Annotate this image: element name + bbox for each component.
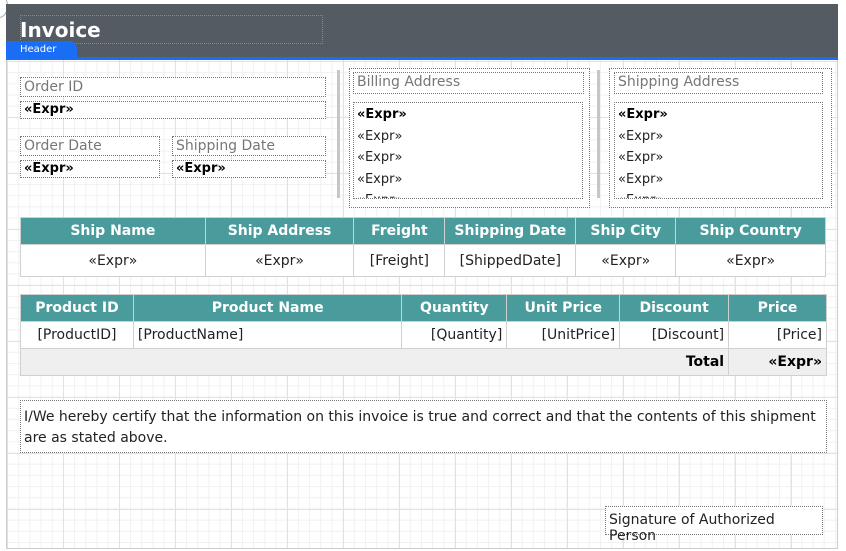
header-product-name[interactable]: Product Name [132, 294, 403, 322]
cell-freight[interactable]: [Freight] [353, 244, 446, 277]
cell-ship-name[interactable]: «Expr» [20, 244, 206, 277]
cell-price[interactable]: [Price] [728, 321, 827, 349]
shipping-date-label[interactable]: Shipping Date [172, 136, 326, 156]
header-ship-country[interactable]: Ship Country [675, 217, 826, 245]
table-header-row: Product ID Product Name Quantity Unit Pr… [20, 294, 827, 322]
billing-line: «Expr» [357, 190, 579, 198]
header-band-tab[interactable]: Header [6, 41, 77, 59]
total-label[interactable]: Total [19, 348, 730, 376]
table-row: [ProductID] [ProductName] [Quantity] [Un… [20, 321, 827, 349]
order-id-label[interactable]: Order ID [20, 77, 326, 97]
billing-address-lines[interactable]: «Expr» «Expr» «Expr» «Expr» «Expr» [353, 102, 583, 199]
shipping-line: «Expr» [618, 150, 664, 165]
billing-line: «Expr» [357, 107, 407, 122]
shipping-date-value[interactable]: «Expr» [172, 160, 326, 178]
header-quantity[interactable]: Quantity [401, 294, 508, 322]
divider-line[interactable] [597, 70, 600, 198]
shipping-line: «Expr» [618, 171, 664, 187]
cell-ship-city[interactable]: «Expr» [575, 244, 677, 277]
report-title: Invoice [20, 18, 101, 42]
table-row: «Expr» «Expr» [Freight] [ShippedDate] «E… [20, 244, 826, 277]
billing-line: «Expr» [357, 128, 403, 144]
shipping-line: «Expr» [618, 107, 668, 122]
cell-unit-price[interactable]: [UnitPrice] [506, 321, 621, 349]
product-table[interactable]: Product ID Product Name Quantity Unit Pr… [19, 294, 827, 376]
header-ship-city[interactable]: Ship City [575, 217, 677, 245]
order-id-value[interactable]: «Expr» [20, 101, 326, 119]
header-unit-price[interactable]: Unit Price [506, 294, 621, 322]
header-price[interactable]: Price [728, 294, 827, 322]
shipping-address-label[interactable]: Shipping Address [614, 72, 823, 94]
table-header-row: Ship Name Ship Address Freight Shipping … [20, 217, 826, 245]
order-date-label[interactable]: Order Date [20, 136, 160, 156]
total-row: Total «Expr» [19, 348, 827, 376]
header-ship-address[interactable]: Ship Address [204, 217, 355, 245]
shipping-line: «Expr» [618, 190, 819, 198]
billing-line: «Expr» [357, 150, 403, 165]
shipping-address-lines[interactable]: «Expr» «Expr» «Expr» «Expr» «Expr» [614, 102, 823, 199]
cell-product-id[interactable]: [ProductID] [20, 321, 134, 349]
cell-quantity[interactable]: [Quantity] [401, 321, 508, 349]
billing-address-label[interactable]: Billing Address [353, 72, 584, 94]
total-value[interactable]: «Expr» [728, 348, 827, 376]
cell-ship-country[interactable]: «Expr» [675, 244, 826, 277]
header-shipping-date[interactable]: Shipping Date [444, 217, 577, 245]
ship-info-table[interactable]: Ship Name Ship Address Freight Shipping … [20, 217, 826, 277]
header-ship-name[interactable]: Ship Name [20, 217, 206, 245]
header-freight[interactable]: Freight [353, 217, 446, 245]
shipping-line: «Expr» [618, 128, 664, 144]
cell-product-name[interactable]: [ProductName] [132, 321, 403, 349]
cell-discount[interactable]: [Discount] [619, 321, 730, 349]
billing-line: «Expr» [357, 171, 403, 187]
signature-label[interactable]: Signature of Authorized Person [605, 506, 823, 544]
cell-shipping-date[interactable]: [ShippedDate] [444, 244, 577, 277]
certification-text[interactable]: I/We hereby certify that the information… [20, 400, 827, 453]
header-discount[interactable]: Discount [619, 294, 730, 322]
order-date-value[interactable]: «Expr» [20, 160, 160, 178]
divider-line[interactable] [337, 70, 340, 198]
cell-ship-address[interactable]: «Expr» [204, 244, 355, 277]
header-product-id[interactable]: Product ID [20, 294, 134, 322]
